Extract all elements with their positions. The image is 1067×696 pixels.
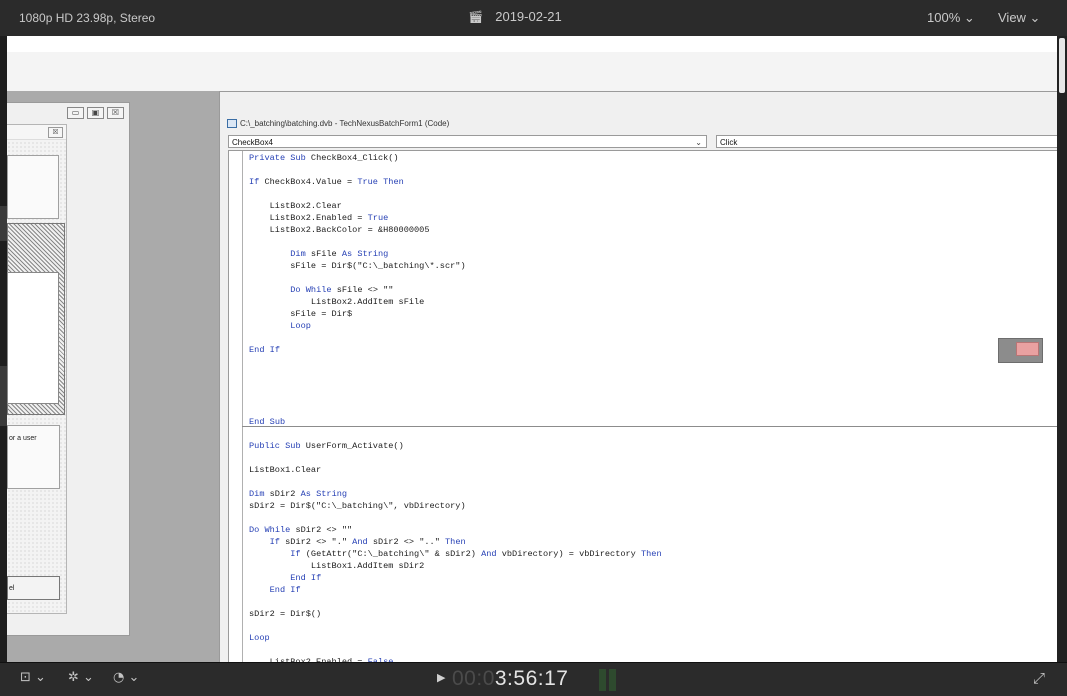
code-line: If CheckBox4.Value = True Then — [249, 177, 404, 187]
object-dropdown[interactable]: CheckBox4 ⌄ — [228, 135, 707, 148]
speed-icon[interactable]: ◔ ⌄ — [113, 670, 139, 685]
code-line: End Sub — [249, 417, 286, 427]
view-menu[interactable]: View ⌄ — [998, 10, 1040, 26]
color-swatch — [998, 338, 1043, 363]
code-window-icon — [227, 119, 237, 128]
fullscreen-icon[interactable]: ⤢ — [1033, 669, 1045, 687]
code-line: sDir2 = Dir$("C:\_batching\", vbDirector… — [249, 501, 466, 511]
chevron-down-icon: ⌄ — [695, 138, 702, 147]
video-format-label: 1080p HD 23.98p, Stereo — [19, 11, 156, 25]
code-line: ListBox2.AddItem sFile — [249, 297, 425, 307]
scroll-thumb[interactable] — [1059, 38, 1065, 93]
code-window-title-text: C:\_batching\batching.dvb - TechNexusBat… — [240, 119, 450, 128]
listbox2-control[interactable] — [7, 272, 59, 404]
code-line: If (GetAttr("C:\_batching\" & sDir2) And… — [290, 549, 662, 559]
zoom-menu[interactable]: 100% ⌄ — [927, 10, 975, 26]
viewer-top-bar: 1080p HD 23.98p, Stereo 🎬︎ 2019-02-21 10… — [0, 0, 1067, 37]
timecode-value: 3:56:17 — [494, 667, 569, 690]
code-line: Loop — [290, 321, 311, 331]
procedure-separator — [242, 426, 1057, 427]
code-line: Private Sub CheckBox4_Click() — [249, 153, 399, 163]
code-line: Loop — [249, 633, 270, 643]
clapperboard-icon: 🎬︎ — [468, 9, 484, 24]
checkbox-control[interactable]: or a user — [7, 425, 60, 489]
minimize-button[interactable]: ▭ — [67, 107, 84, 119]
code-line: sFile = Dir$ — [249, 309, 353, 319]
play-icon[interactable]: ▶ — [437, 671, 445, 684]
code-line: ListBox2.Enabled = True — [249, 213, 389, 223]
left-edge — [0, 36, 7, 662]
listbox1-control[interactable] — [7, 155, 59, 219]
object-dropdown-value: CheckBox4 — [232, 138, 273, 147]
cancel-label: el — [9, 585, 15, 592]
userform-designer-window: ▭ ▣ ☒ ☒ or a user el — [7, 102, 130, 636]
cancel-button[interactable]: el — [7, 576, 60, 600]
transform-icon[interactable]: ✲ ⌄ — [68, 670, 94, 685]
code-line: Do While sFile <> "" — [290, 285, 394, 295]
video-viewer: ▭ ▣ ☒ ☒ or a user el C:\_batching\batchi… — [7, 36, 1057, 662]
code-line: ListBox2.BackColor = &H80000005 — [249, 225, 430, 235]
code-line: End If — [249, 345, 280, 355]
viewer-scrollbar[interactable] — [1057, 36, 1067, 662]
viewer-bottom-bar: ⊡ ⌄ ✲ ⌄ ◔ ⌄ ▶ 00:03:56:17 ⤢ — [0, 662, 1067, 696]
project-date: 🎬︎ 2019-02-21 — [468, 9, 562, 24]
userform-close-icon: ☒ — [48, 127, 63, 138]
date-label: 2019-02-21 — [495, 9, 562, 24]
code-line: Dim sDir2 As String — [249, 489, 348, 499]
code-line: If sDir2 <> "." And sDir2 <> ".." Then — [269, 537, 466, 547]
vba-code-window: C:\_batching\batching.dvb - TechNexusBat… — [219, 91, 1057, 662]
code-line: Dim sFile As String — [290, 249, 389, 259]
layout-icon[interactable]: ⊡ ⌄ — [20, 670, 46, 685]
code-line: Public Sub UserForm_Activate() — [249, 441, 404, 451]
close-button[interactable]: ☒ — [107, 107, 124, 119]
timecode: 00:03:56:17 — [452, 667, 568, 691]
code-line: ListBox1.Clear — [249, 465, 322, 475]
maximize-button[interactable]: ▣ — [87, 107, 104, 119]
userform-titlebar: ☒ — [7, 125, 66, 140]
code-line: End If — [269, 585, 301, 595]
procedure-dropdown[interactable]: Click — [716, 135, 1057, 148]
code-editor[interactable]: Private Sub CheckBox4_Click() If CheckBox… — [228, 150, 1057, 662]
code-line: End If — [290, 573, 322, 583]
audio-meters — [599, 669, 616, 691]
toolbar-band — [7, 36, 1057, 91]
userform-canvas: ☒ or a user el — [7, 124, 67, 614]
code-line: ListBox1.AddItem sDir2 — [249, 561, 425, 571]
timecode-dim: 00:0 — [452, 667, 495, 690]
code-line: sFile = Dir$("C:\_batching\*.scr") — [249, 261, 466, 271]
checkbox-label: or a user — [9, 435, 37, 442]
code-window-title: C:\_batching\batching.dvb - TechNexusBat… — [227, 119, 449, 128]
code-line: sDir2 = Dir$() — [249, 609, 322, 619]
code-line: ListBox2.Clear — [249, 201, 342, 211]
margin-indicator-bar — [229, 151, 243, 662]
code-line: Do While sDir2 <> "" — [249, 525, 353, 535]
procedure-dropdown-value: Click — [720, 138, 738, 147]
